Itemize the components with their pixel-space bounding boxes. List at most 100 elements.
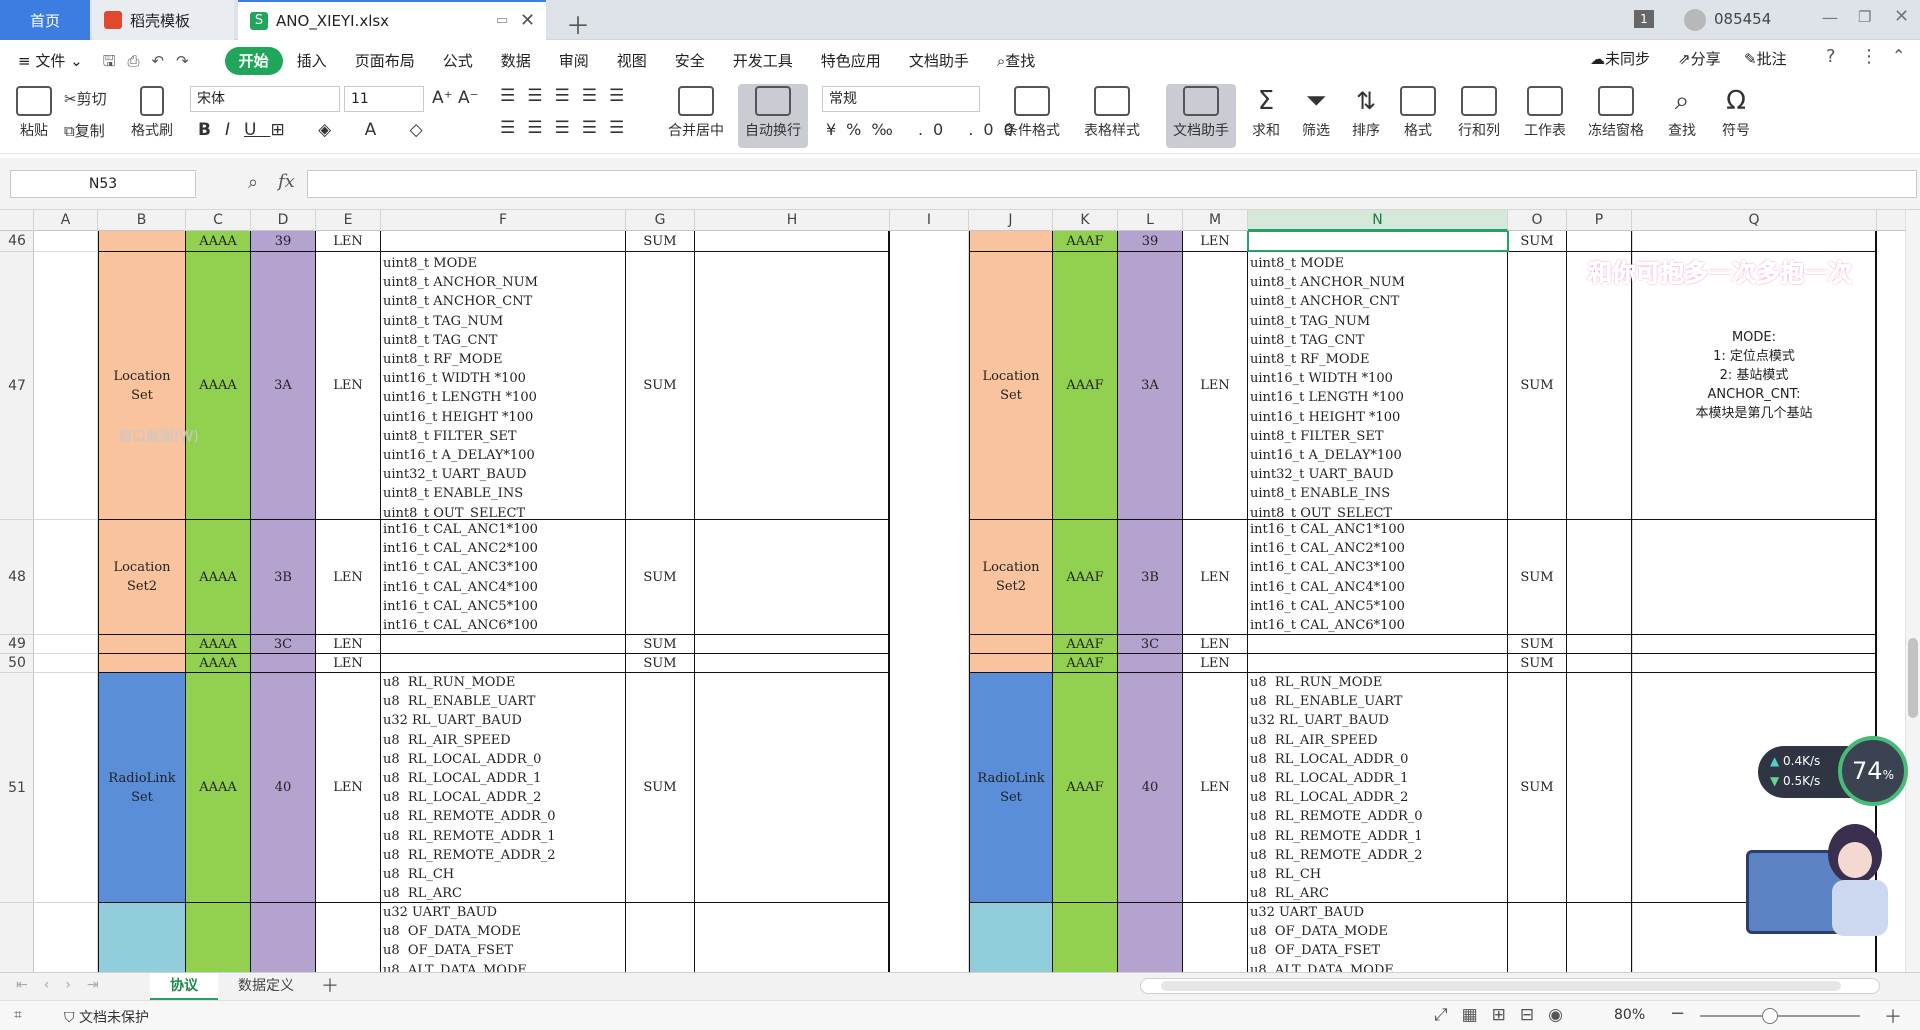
cell-q49[interactable] — [1632, 635, 1877, 654]
cell-m47[interactable]: LEN — [1183, 252, 1248, 520]
new-tab-icon[interactable]: ＋ — [566, 6, 590, 41]
formula-input[interactable] — [307, 170, 1917, 198]
row-header-49[interactable]: 49 — [0, 635, 34, 654]
cell-o50[interactable]: SUM — [1508, 654, 1567, 673]
tab-template[interactable]: 稻壳模板 — [92, 0, 234, 40]
add-sheet-icon[interactable]: ＋ — [316, 973, 344, 1000]
cell-e49[interactable]: LEN — [316, 635, 381, 654]
cell-k52[interactable] — [1053, 903, 1118, 972]
cell-g52[interactable] — [626, 903, 695, 972]
col-header-k[interactable]: K — [1053, 210, 1118, 231]
cell-e47[interactable]: LEN — [316, 252, 381, 520]
cell-m46[interactable]: LEN — [1183, 231, 1248, 252]
cell-b49[interactable] — [98, 635, 186, 654]
maximize-icon[interactable]: ❐ — [1858, 8, 1871, 26]
cell-l51[interactable]: 40 — [1118, 673, 1183, 903]
align-left-icons[interactable]: ☰☰☰☰☰ — [500, 118, 636, 138]
menu-file[interactable]: ≡ 文件 ⌄ — [0, 47, 97, 75]
cell-f52[interactable]: u32 UART_BAUD u8 OF_DATA_MODE u8 OF_DATA… — [381, 903, 626, 972]
cell-q47[interactable]: MODE: 1: 定位点模式 2: 基站模式 ANCHOR_CNT: 本模块是第… — [1632, 252, 1877, 520]
bold-italic-underline-icons[interactable]: BIU⊞ ◈ A ◇ — [198, 120, 437, 140]
cell-b47[interactable]: Location Set — [98, 252, 186, 520]
tab-file[interactable]: S ANO_XIEYI.xlsx ▭ ✕ — [238, 0, 546, 40]
cell-p52[interactable] — [1567, 903, 1632, 972]
cell-b52[interactable] — [98, 903, 186, 972]
annotate-button[interactable]: ✎批注 — [1744, 48, 1787, 69]
share-button[interactable]: ⇗分享 — [1678, 48, 1721, 69]
cell-f47[interactable]: uint8_t MODE uint8_t ANCHOR_NUM uint8_t … — [381, 252, 626, 520]
cell-j49[interactable] — [969, 635, 1053, 654]
cell-b48[interactable]: Location Set2 — [98, 520, 186, 635]
cell-e52[interactable] — [316, 903, 381, 972]
format-button[interactable]: 格式 — [1394, 86, 1442, 140]
avatar[interactable] — [1684, 9, 1706, 31]
cell-n48[interactable]: int16_t CAL_ANC1*100 int16_t CAL_ANC2*10… — [1248, 520, 1508, 635]
cell-k51[interactable]: AAAF — [1053, 673, 1118, 903]
row-header-52[interactable] — [0, 903, 34, 972]
filter-button[interactable]: ⏷ 筛选 — [1294, 86, 1338, 140]
cell-f46[interactable] — [381, 231, 626, 252]
sort-button[interactable]: ⇅ 排序 — [1344, 86, 1388, 140]
cell-c50[interactable]: AAAA — [186, 654, 251, 673]
cell-d51[interactable]: 40 — [251, 673, 316, 903]
cell-h50[interactable] — [695, 654, 890, 673]
cell-d47[interactable]: 3A — [251, 252, 316, 520]
align-top-icons[interactable]: ☰☰☰☰☰ — [500, 86, 636, 106]
redo-icon[interactable]: ↷ — [170, 47, 195, 75]
cell-d50[interactable] — [251, 654, 316, 673]
cell-h48[interactable] — [695, 520, 890, 635]
restore-tab-icon[interactable]: ▭ — [496, 13, 508, 28]
menu-search[interactable]: ⌕查找 — [983, 47, 1049, 75]
fx-icon[interactable]: fx — [278, 171, 295, 192]
number-format-icons[interactable]: ¥%‰ .0 .00 — [826, 120, 1024, 139]
more-icon[interactable]: ⋮ — [1860, 46, 1878, 67]
worksheet-button[interactable]: 工作表 — [1516, 86, 1574, 140]
cpu-gauge[interactable]: 74% — [1838, 736, 1908, 806]
cell-l47[interactable]: 3A — [1118, 252, 1183, 520]
cell-h46[interactable] — [695, 231, 890, 252]
menu-data[interactable]: 数据 — [487, 47, 545, 75]
cell-o52[interactable] — [1508, 903, 1567, 972]
macro-icon[interactable]: ⌗ — [14, 1007, 22, 1023]
cell-g50[interactable]: SUM — [626, 654, 695, 673]
cell-o49[interactable]: SUM — [1508, 635, 1567, 654]
cell-g46[interactable]: SUM — [626, 231, 695, 252]
col-header-g[interactable]: G — [626, 210, 695, 231]
cell-g51[interactable]: SUM — [626, 673, 695, 903]
cell-e46[interactable]: LEN — [316, 231, 381, 252]
cell-j52[interactable] — [969, 903, 1053, 972]
menu-doc-helper[interactable]: 文档助手 — [895, 47, 983, 75]
freeze-panes-button[interactable]: 冻结窗格 — [1582, 86, 1650, 140]
print-icon[interactable]: ⎙ — [121, 47, 145, 75]
cell-n47[interactable]: uint8_t MODE uint8_t ANCHOR_NUM uint8_t … — [1248, 252, 1508, 520]
cell-o46[interactable]: SUM — [1508, 231, 1567, 252]
cell-p47[interactable] — [1567, 252, 1632, 520]
cell-f50[interactable] — [381, 654, 626, 673]
zoom-slider[interactable] — [1700, 1008, 1860, 1024]
cell-l52[interactable] — [1118, 903, 1183, 972]
cell-p48[interactable] — [1567, 520, 1632, 635]
cell-o47[interactable]: SUM — [1508, 252, 1567, 520]
col-header-h[interactable]: H — [695, 210, 890, 231]
col-header-j[interactable]: J — [969, 210, 1053, 231]
horizontal-scroll-thumb[interactable] — [1161, 981, 1841, 991]
col-header-d[interactable]: D — [251, 210, 316, 231]
symbol-button[interactable]: Ω 符号 — [1712, 86, 1760, 140]
sheet-nav-icons[interactable]: ⇤‹›⇥ — [16, 977, 115, 993]
spreadsheet-grid[interactable]: AAAA 39 LEN SUM AAAF 39 LEN SUM Location… — [34, 231, 1905, 972]
row-header-48[interactable]: 48 — [0, 520, 34, 635]
undo-icon[interactable]: ↶ — [146, 47, 171, 75]
cell-l50[interactable] — [1118, 654, 1183, 673]
cell-k50[interactable]: AAAF — [1053, 654, 1118, 673]
cell-j51[interactable]: RadioLink Set — [969, 673, 1053, 903]
view-mode-icons[interactable]: ⤢▦⊞⊟◉ — [1434, 1005, 1577, 1025]
number-format-select[interactable]: 常规 — [822, 86, 980, 112]
grow-font-icon[interactable]: A⁺ A⁻ — [432, 88, 479, 108]
cell-f51[interactable]: u8 RL_RUN_MODE u8 RL_ENABLE_UART u32 RL_… — [381, 673, 626, 903]
font-size-select[interactable]: 11 — [344, 86, 424, 112]
conditional-format-button[interactable]: 条件格式 — [996, 86, 1068, 140]
cell-b46[interactable] — [98, 231, 186, 252]
cell-o48[interactable]: SUM — [1508, 520, 1567, 635]
col-header-e[interactable]: E — [316, 210, 381, 231]
zoom-slider-thumb[interactable] — [1762, 1008, 1778, 1024]
